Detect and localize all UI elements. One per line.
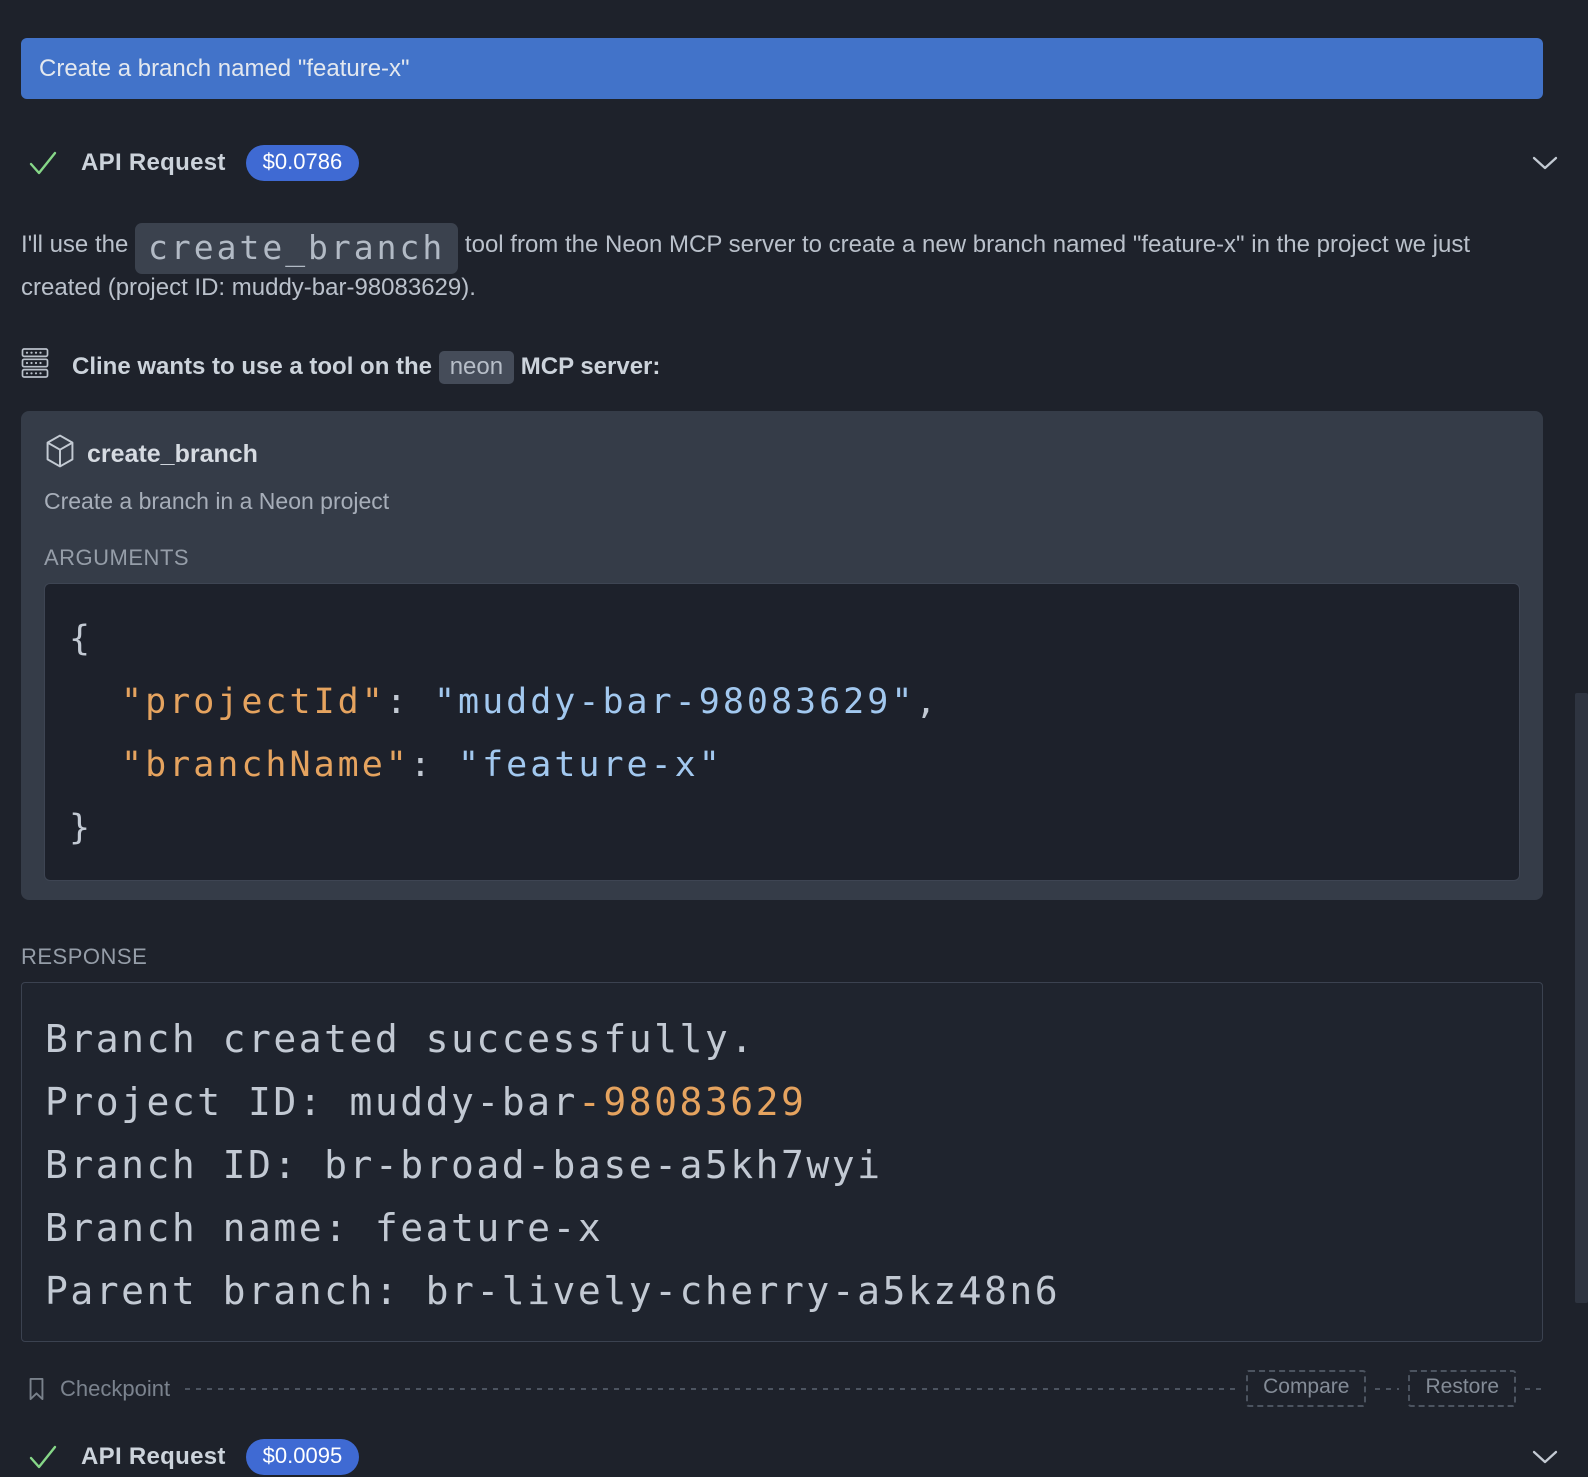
json-line: } [69,797,1495,860]
api-request-header-2[interactable]: API Request $0.0095 [21,1437,1543,1477]
user-message-text: Create a branch named "feature-x" [39,55,410,83]
api-cost-badge: $0.0786 [246,145,360,181]
chevron-down-icon[interactable] [1532,1449,1558,1465]
chevron-down-icon[interactable] [1532,155,1558,171]
assistant-message: I'll use the create_branch tool from the… [21,223,1481,309]
user-message-banner[interactable]: Create a branch named "feature-x" [21,38,1543,99]
json-line: "projectId": "muddy-bar-98083629", [69,671,1495,734]
compare-button[interactable]: Compare [1246,1370,1366,1407]
assistant-text-before: I'll use the [21,231,135,258]
api-request-label: API Request [81,1443,226,1471]
checkpoint-divider [1375,1388,1399,1390]
api-request-label: API Request [81,149,226,177]
mcp-server-name-badge: neon [439,351,514,384]
scrollbar-thumb[interactable] [1575,693,1588,1303]
tool-request-row: Cline wants to use a tool on the neon MC… [21,347,1543,386]
checkpoint-divider [185,1388,1237,1390]
response-line: Branch ID: br-broad-base-a5kh7wyi [45,1134,1526,1197]
mcp-tool-card: create_branch Create a branch in a Neon … [21,411,1543,900]
json-line: "branchName": "feature-x" [69,734,1495,797]
json-open-brace: { [69,619,93,659]
response-label: RESPONSE [21,944,1543,970]
json-key: "branchName" [121,745,410,785]
json-value: "feature-x" [458,745,723,785]
arguments-label: ARGUMENTS [44,545,1520,571]
tool-name: create_branch [87,440,258,469]
checkpoint-divider [1525,1388,1543,1390]
arguments-json-block: { "projectId": "muddy-bar-98083629", "br… [44,583,1520,881]
response-line: Branch name: feature-x [45,1197,1526,1260]
api-request-header-1[interactable]: API Request $0.0786 [21,143,1543,183]
success-check-icon [28,150,58,177]
tool-request-text-after: MCP server: [514,353,660,380]
tool-title-row: create_branch [44,434,1520,475]
restore-button[interactable]: Restore [1408,1370,1516,1407]
json-value: "muddy-bar-98083629" [434,682,915,722]
json-separator: : [410,745,458,785]
json-line: { [69,608,1495,671]
tool-request-text: Cline wants to use a tool on the neon MC… [72,353,660,381]
success-check-icon [28,1444,58,1471]
tool-request-text-before: Cline wants to use a tool on the [72,353,439,380]
checkpoint-row: Checkpoint Compare Restore [21,1370,1543,1407]
response-line-number: -98083629 [578,1080,806,1124]
mcp-server-icon [21,347,49,386]
response-line: Project ID: muddy-bar-98083629 [45,1071,1526,1134]
checkpoint-label: Checkpoint [60,1376,170,1402]
cline-chat-view: Create a branch named "feature-x" API Re… [0,0,1588,1477]
response-line: Parent branch: br-lively-cherry-a5kz48n6 [45,1260,1526,1323]
package-cube-icon [44,434,76,475]
tool-response-block: Branch created successfully. Project ID:… [21,982,1543,1342]
json-close-brace: } [69,808,93,848]
json-separator: : [386,682,434,722]
json-comma: , [915,682,939,722]
response-line-prefix: Project ID: muddy-bar [45,1080,578,1124]
tool-description: Create a branch in a Neon project [44,488,1520,515]
json-key: "projectId" [121,682,386,722]
response-line: Branch created successfully. [45,1008,1526,1071]
inline-code-chip: create_branch [135,223,458,274]
api-cost-badge: $0.0095 [246,1439,360,1475]
bookmark-icon [27,1377,46,1401]
